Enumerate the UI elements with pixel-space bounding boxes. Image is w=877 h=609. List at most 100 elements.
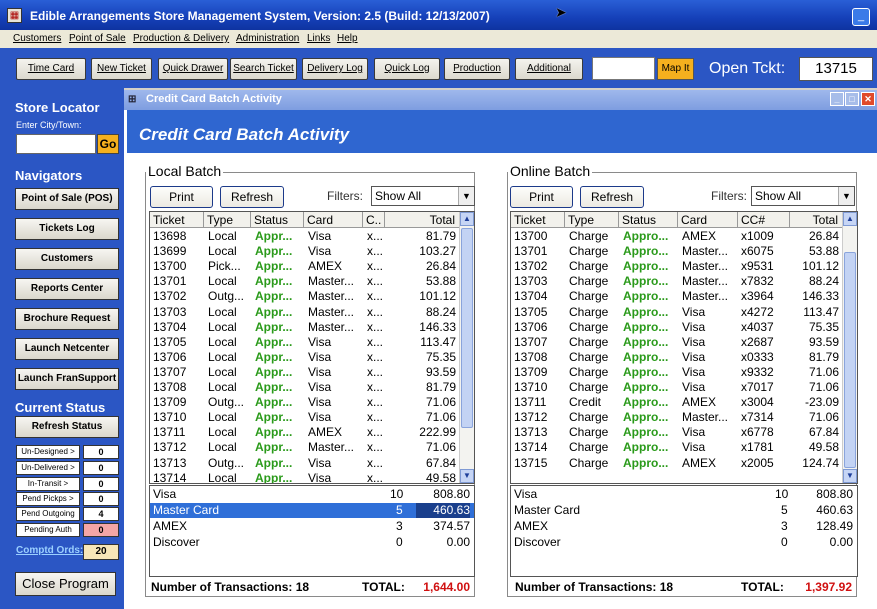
launch-fransupport-button[interactable]: Launch FranSupport (15, 368, 119, 390)
quick-log-button[interactable]: Quick Log (374, 58, 440, 80)
child-close-button[interactable]: ✕ (861, 92, 875, 106)
chevron-down-icon[interactable]: ▼ (458, 187, 474, 205)
summary-row[interactable]: Discover 0 0.00 (511, 535, 857, 550)
online-scrollbar[interactable]: ▲ ▼ (842, 212, 857, 483)
col-card[interactable]: Card (678, 212, 738, 228)
table-row[interactable]: 13701 Local Appr... Master... x... 53.88 (150, 274, 460, 289)
quick-drawer-button[interactable]: Quick Drawer (158, 58, 228, 80)
additional-button[interactable]: Additional (515, 58, 583, 80)
summary-row[interactable]: Visa 10 808.80 (150, 487, 474, 502)
delivery-log-button[interactable]: Delivery Log (302, 58, 368, 80)
table-row[interactable]: 13708 Charge Appro... Visa x0333 81.79 (511, 350, 839, 365)
table-row[interactable]: 13711 Local Appr... AMEX x... 222.99 (150, 425, 460, 440)
table-row[interactable]: 13708 Local Appr... Visa x... 81.79 (150, 380, 460, 395)
chevron-down-icon[interactable]: ▼ (838, 187, 854, 205)
table-row[interactable]: 13701 Charge Appro... Master... x6075 53.88 (511, 244, 839, 259)
col-type[interactable]: Type (565, 212, 619, 228)
table-row[interactable]: 13700 Pick... Appr... AMEX x... 26.84 (150, 259, 460, 274)
online-batch-table[interactable]: Ticket Type Status Card CC# Total 13700 C… (510, 211, 858, 484)
scroll-down-icon[interactable]: ▼ (843, 469, 857, 483)
launch-netcenter-button[interactable]: Launch Netcenter (15, 338, 119, 360)
summary-row[interactable]: Discover 0 0.00 (150, 535, 474, 550)
table-row[interactable]: 13707 Local Appr... Visa x... 93.59 (150, 365, 460, 380)
minimize-button[interactable]: _ (852, 8, 870, 26)
table-row[interactable]: 13705 Charge Appro... Visa x4272 113.47 (511, 305, 839, 320)
table-row[interactable]: 13703 Local Appr... Master... x... 88.24 (150, 305, 460, 320)
status-undelivered[interactable]: Un-Delivered > 0 (16, 461, 119, 475)
refresh-status-button[interactable]: Refresh Status (15, 416, 119, 438)
col-card[interactable]: Card (304, 212, 363, 228)
time-card-button[interactable]: Time Card (16, 58, 86, 80)
local-filter-select[interactable]: Show All ▼ (371, 186, 475, 206)
table-row[interactable]: 13707 Charge Appro... Visa x2687 93.59 (511, 335, 839, 350)
status-undesigned[interactable]: Un-Designed > 0 (16, 445, 119, 459)
city-input[interactable] (16, 134, 96, 154)
menu-point-of-sale[interactable]: Point of Sale (69, 33, 126, 44)
summary-row-selected[interactable]: Master Card 5 460.63 (150, 503, 474, 518)
table-row[interactable]: 13699 Local Appr... Visa x... 103.27 (150, 244, 460, 259)
local-refresh-button[interactable]: Refresh (220, 186, 284, 208)
scroll-down-icon[interactable]: ▼ (460, 469, 474, 483)
table-row[interactable]: 13709 Charge Appro... Visa x9332 71.06 (511, 365, 839, 380)
table-row[interactable]: 13700 Charge Appro... AMEX x1009 26.84 (511, 229, 839, 244)
table-row[interactable]: 13702 Charge Appro... Master... x9531 101.12 (511, 259, 839, 274)
local-batch-table[interactable]: Ticket Type Status Card C.. Total 13698 L… (149, 211, 475, 484)
map-it-button[interactable]: Map It (657, 58, 694, 80)
open-ticket-input[interactable]: 13715 (799, 57, 873, 81)
child-minimize-button[interactable]: _ (830, 92, 844, 106)
go-button[interactable]: Go (97, 134, 119, 154)
local-scrollbar[interactable]: ▲ ▼ (459, 212, 474, 483)
scroll-up-icon[interactable]: ▲ (460, 212, 474, 226)
table-row[interactable]: 13704 Local Appr... Master... x... 146.33 (150, 320, 460, 335)
customers-button[interactable]: Customers (15, 248, 119, 270)
menu-production-delivery[interactable]: Production & Delivery (133, 33, 229, 44)
online-filter-select[interactable]: Show All ▼ (751, 186, 855, 206)
search-ticket-button[interactable]: Search Ticket (230, 58, 297, 80)
table-row[interactable]: 13698 Local Appr... Visa x... 81.79 (150, 229, 460, 244)
col-status[interactable]: Status (619, 212, 678, 228)
child-maximize-button[interactable]: □ (845, 92, 859, 106)
summary-row[interactable]: AMEX 3 374.57 (150, 519, 474, 534)
map-address-input[interactable] (592, 57, 655, 80)
col-ccnum[interactable]: CC# (738, 212, 790, 228)
table-row[interactable]: 13714 Local Appr... Visa x... 49.58 (150, 471, 460, 483)
summary-row[interactable]: Visa 10 808.80 (511, 487, 857, 502)
completed-orders-link[interactable]: Comptd Ords: (16, 545, 83, 556)
close-program-button[interactable]: Close Program (15, 572, 116, 596)
status-pend-pickups[interactable]: Pend Pickps > 0 (16, 492, 119, 506)
scroll-thumb[interactable] (844, 252, 856, 468)
new-ticket-button[interactable]: New Ticket (91, 58, 152, 80)
scroll-up-icon[interactable]: ▲ (843, 212, 857, 226)
summary-row[interactable]: Master Card 5 460.63 (511, 503, 857, 518)
col-ticket[interactable]: Ticket (511, 212, 565, 228)
scroll-thumb[interactable] (461, 228, 473, 428)
menu-administration[interactable]: Administration (236, 33, 299, 44)
production-button[interactable]: Production (444, 58, 510, 80)
menu-help[interactable]: Help (337, 33, 358, 44)
table-row[interactable]: 13713 Outg... Appr... Visa x... 67.84 (150, 456, 460, 471)
status-pending-auth[interactable]: Pending Auth 0 (16, 523, 119, 537)
table-row[interactable]: 13709 Outg... Appr... Visa x... 71.06 (150, 395, 460, 410)
table-row[interactable]: 13704 Charge Appro... Master... x3964 146.33 (511, 289, 839, 304)
table-row[interactable]: 13713 Charge Appro... Visa x6778 67.84 (511, 425, 839, 440)
table-row[interactable]: 13703 Charge Appro... Master... x7832 88.24 (511, 274, 839, 289)
local-summary-list[interactable]: Visa 10 808.80 Master Card 5 460.63 AMEX… (149, 485, 475, 577)
table-row[interactable]: 13710 Local Appr... Visa x... 71.06 (150, 410, 460, 425)
online-print-button[interactable]: Print (510, 186, 573, 208)
table-row[interactable]: 13710 Charge Appro... Visa x7017 71.06 (511, 380, 839, 395)
summary-row[interactable]: AMEX 3 128.49 (511, 519, 857, 534)
table-row[interactable]: 13712 Charge Appro... Master... x7314 71.06 (511, 410, 839, 425)
table-row[interactable]: 13714 Charge Appro... Visa x1781 49.58 (511, 440, 839, 455)
online-summary-list[interactable]: Visa 10 808.80 Master Card 5 460.63 AMEX… (510, 485, 858, 577)
menu-customers[interactable]: Customers (13, 33, 61, 44)
local-print-button[interactable]: Print (150, 186, 213, 208)
status-in-transit[interactable]: In-Transit > 0 (16, 477, 119, 491)
brochure-request-button[interactable]: Brochure Request (15, 308, 119, 330)
col-type[interactable]: Type (204, 212, 251, 228)
col-ticket[interactable]: Ticket (150, 212, 204, 228)
table-row[interactable]: 13705 Local Appr... Visa x... 113.47 (150, 335, 460, 350)
pos-button[interactable]: Point of Sale (POS) (15, 188, 119, 210)
reports-center-button[interactable]: Reports Center (15, 278, 119, 300)
table-row[interactable]: 13706 Charge Appro... Visa x4037 75.35 (511, 320, 839, 335)
col-status[interactable]: Status (251, 212, 304, 228)
